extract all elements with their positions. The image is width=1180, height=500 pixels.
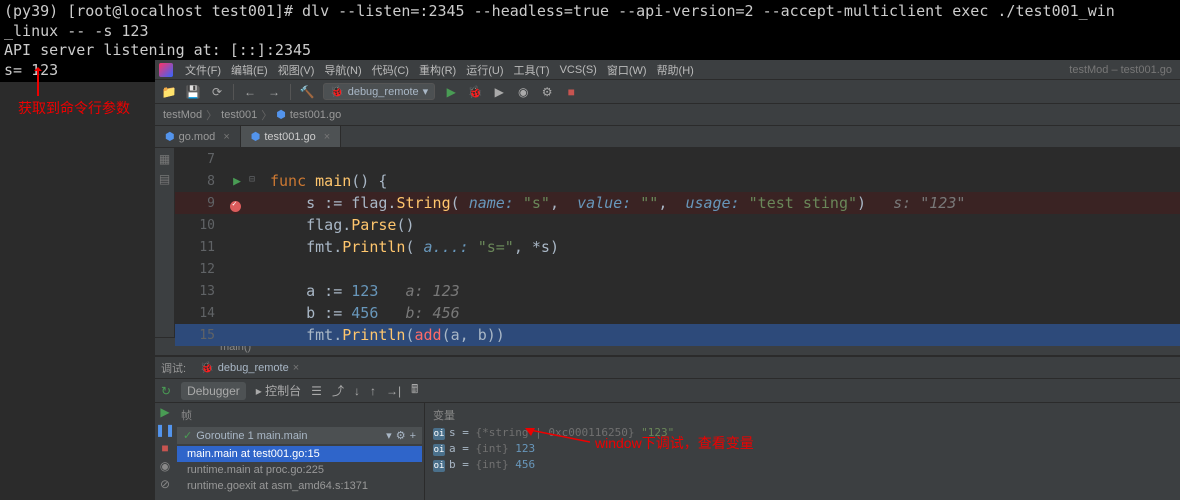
mute-breakpoints-icon[interactable]: ⊘ <box>160 477 170 491</box>
code-line[interactable]: 10 flag.Parse() <box>175 214 1180 236</box>
code-line[interactable]: 15 fmt.Println(add(a, b)) <box>175 324 1180 346</box>
close-icon[interactable]: × <box>293 362 299 374</box>
structure-tool-icon[interactable]: ▤ <box>159 172 170 186</box>
app-logo-icon <box>159 63 173 77</box>
run-gutter-icon[interactable]: ▶ <box>233 174 241 189</box>
goroutine-selector[interactable]: ✓ Goroutine 1 main.main ▾ ⚙ + <box>177 427 422 444</box>
menu-bar: 文件(F) 编辑(E) 视图(V) 导航(N) 代码(C) 重构(R) 运行(U… <box>155 60 1180 80</box>
pause-icon[interactable]: ❚❚ <box>155 423 175 437</box>
resume-icon[interactable]: ▶ <box>160 405 169 419</box>
check-icon: ✓ <box>183 429 192 442</box>
debug-side-toolbar: ▶ ❚❚ ■ ◉ ⊘ <box>155 403 175 500</box>
debug-panel: 调试: 🐞 debug_remote × ↻ Debugger ▸ 控制台 ☰ … <box>155 355 1180 500</box>
annotation-arrow <box>37 68 39 96</box>
menu-vcs[interactable]: VCS(S) <box>556 64 601 76</box>
forward-icon[interactable]: → <box>266 84 282 100</box>
menu-file[interactable]: 文件(F) <box>181 62 225 78</box>
run-to-cursor-icon[interactable]: →| <box>386 384 401 398</box>
attach-icon[interactable]: ⚙ <box>539 84 555 100</box>
code-line[interactable]: 9 s := flag.String( name: "s", value: ""… <box>175 192 1180 214</box>
frames-pane: 帧 ✓ Goroutine 1 main.main ▾ ⚙ + main.mai… <box>175 403 425 500</box>
view-breakpoints-icon[interactable]: ◉ <box>160 459 170 473</box>
tab-test001[interactable]: ⬢ test001.go × <box>241 126 341 147</box>
variables-pane: 变量 ois = {*string | 0xc000116250} "123"o… <box>425 403 1180 500</box>
breadcrumb-item[interactable]: test001.go <box>290 109 341 121</box>
breakpoint-icon[interactable] <box>230 201 241 212</box>
fold-icon[interactable]: ⊟ <box>249 174 255 185</box>
close-icon[interactable]: × <box>223 131 229 143</box>
tool-window-bar: ▦ ▤ <box>155 148 175 337</box>
coverage-icon[interactable]: ▶ <box>491 84 507 100</box>
step-over-icon[interactable]: ⤴ <box>332 382 344 399</box>
save-icon[interactable]: 💾 <box>185 84 201 100</box>
menu-run[interactable]: 运行(U) <box>462 62 507 78</box>
window-path: testMod – test001.go <box>1065 64 1176 76</box>
annotation-arrow <box>525 428 590 446</box>
stack-frame[interactable]: runtime.main at proc.go:225 <box>177 462 422 478</box>
debugger-tab[interactable]: Debugger <box>181 382 246 400</box>
chevron-down-icon: ▾ <box>423 85 429 98</box>
stack-frame[interactable]: main.main at test001.go:15 <box>177 446 422 462</box>
console-icon: ▸ <box>256 384 262 398</box>
refresh-icon[interactable]: ⟳ <box>209 84 225 100</box>
close-icon[interactable]: × <box>324 131 330 143</box>
breadcrumb-item[interactable]: testMod <box>163 109 202 121</box>
code-line[interactable]: 8▶⊟func main() { <box>175 170 1180 192</box>
code-line[interactable]: 11 fmt.Println( a...: "s=", *s) <box>175 236 1180 258</box>
open-icon[interactable]: 📁 <box>161 84 177 100</box>
menu-navigate[interactable]: 导航(N) <box>320 62 365 78</box>
step-out-icon[interactable]: ↑ <box>370 384 376 398</box>
editor-tabs: ⬢ go.mod × ⬢ test001.go × <box>155 126 1180 148</box>
menu-tools[interactable]: 工具(T) <box>510 62 554 78</box>
go-file-icon: ⬢ <box>165 130 175 143</box>
chevron-down-icon: ▾ <box>386 429 392 442</box>
tab-gomod[interactable]: ⬢ go.mod × <box>155 126 241 147</box>
code-line[interactable]: 14 b := 456 b: 456 <box>175 302 1180 324</box>
breadcrumb-bar: testMod 〉 test001 〉 ⬢ test001.go <box>155 104 1180 126</box>
debug-icon[interactable]: 🐞 <box>467 84 483 100</box>
stack-frame[interactable]: runtime.goexit at asm_amd64.s:1371 <box>177 478 422 494</box>
evaluate-icon[interactable]: 🖩 <box>411 380 418 401</box>
menu-help[interactable]: 帮助(H) <box>653 62 698 78</box>
code-line[interactable]: 12 <box>175 258 1180 280</box>
rerun-icon[interactable]: ↻ <box>161 384 171 398</box>
console-tab[interactable]: ▸ 控制台 <box>256 382 301 399</box>
run-config-selector[interactable]: 🐞 debug_remote ▾ <box>323 83 435 100</box>
stop-icon[interactable]: ■ <box>563 84 579 100</box>
build-icon[interactable]: 🔨 <box>299 84 315 100</box>
breadcrumb-item[interactable]: test001 <box>221 109 257 121</box>
debug-label: 调试: <box>161 360 186 376</box>
filter-icon[interactable]: ⚙ <box>396 429 406 442</box>
ide-window: 文件(F) 编辑(E) 视图(V) 导航(N) 代码(C) 重构(R) 运行(U… <box>155 60 1180 500</box>
step-into-icon[interactable]: ↓ <box>354 384 360 398</box>
code-line[interactable]: 13 a := 123 a: 123 <box>175 280 1180 302</box>
threads-icon[interactable]: ☰ <box>311 384 322 398</box>
go-file-icon: ⬢ <box>251 130 261 143</box>
menu-edit[interactable]: 编辑(E) <box>227 62 272 78</box>
code-line[interactable]: 7 <box>175 148 1180 170</box>
menu-view[interactable]: 视图(V) <box>274 62 319 78</box>
menu-code[interactable]: 代码(C) <box>368 62 413 78</box>
annotation-text: window下调试，查看变量 <box>595 433 754 453</box>
run-icon[interactable]: ▶ <box>443 84 459 100</box>
variable-row[interactable]: oib = {int} 456 <box>433 457 1172 473</box>
menu-refactor[interactable]: 重构(R) <box>415 62 460 78</box>
annotation-text: 获取到命令行参数 <box>18 98 130 118</box>
menu-window[interactable]: 窗口(W) <box>603 62 651 78</box>
bug-icon: 🐞 <box>200 361 214 374</box>
profile-icon[interactable]: ◉ <box>515 84 531 100</box>
back-icon[interactable]: ← <box>242 84 258 100</box>
bug-icon: 🐞 <box>330 85 344 98</box>
project-tool-icon[interactable]: ▦ <box>159 152 170 166</box>
debug-session-tab[interactable]: 🐞 debug_remote × <box>194 359 305 376</box>
main-toolbar: 📁 💾 ⟳ ← → 🔨 🐞 debug_remote ▾ ▶ 🐞 ▶ ◉ ⚙ ■ <box>155 80 1180 104</box>
stop-icon[interactable]: ■ <box>161 441 168 455</box>
add-icon[interactable]: + <box>410 430 416 442</box>
code-editor[interactable]: 78▶⊟func main() {9 s := flag.String( nam… <box>175 148 1180 337</box>
go-file-icon: ⬢ <box>276 108 286 121</box>
